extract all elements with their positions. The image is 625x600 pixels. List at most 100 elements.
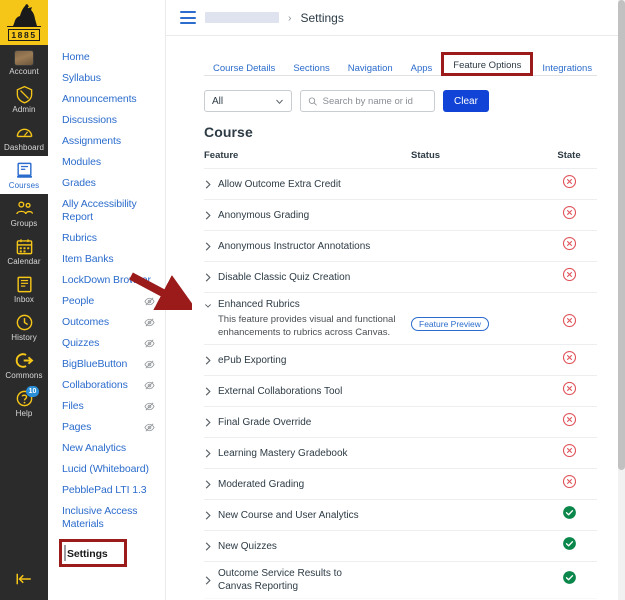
global-nav-item-account[interactable]: Account bbox=[0, 45, 48, 80]
course-nav-label[interactable]: Announcements bbox=[62, 93, 137, 106]
course-nav-item-ally-accessibility-report[interactable]: Ally Accessibility Report bbox=[48, 194, 165, 228]
course-nav-label[interactable]: LockDown Browser bbox=[62, 274, 151, 287]
course-nav-label[interactable]: PebblePad LTI 1.3 bbox=[62, 484, 147, 497]
table-row[interactable]: Final Grade Override bbox=[204, 406, 597, 437]
state-cell[interactable] bbox=[541, 505, 597, 525]
course-nav-item-assignments[interactable]: Assignments bbox=[48, 131, 165, 152]
circle-x-icon[interactable] bbox=[562, 236, 577, 251]
tab-sections[interactable]: Sections bbox=[284, 59, 338, 81]
course-nav-label[interactable]: Lucid (Whiteboard) bbox=[62, 463, 149, 476]
state-cell[interactable] bbox=[541, 570, 597, 590]
course-nav-item-collaborations[interactable]: Collaborations bbox=[48, 375, 165, 396]
global-nav-item-commons[interactable]: Commons bbox=[0, 346, 48, 384]
table-row[interactable]: Allow Outcome Extra Credit bbox=[204, 168, 597, 199]
tab-integrations[interactable]: Integrations bbox=[533, 59, 601, 81]
course-nav-item-settings[interactable]: Settings bbox=[67, 548, 108, 560]
state-cell[interactable] bbox=[541, 236, 597, 256]
course-nav-item-lucid-whiteboard[interactable]: Lucid (Whiteboard) bbox=[48, 459, 165, 480]
tab-apps[interactable]: Apps bbox=[402, 59, 442, 81]
collapse-global-nav-button[interactable] bbox=[0, 572, 48, 600]
chevron-right-icon[interactable] bbox=[204, 386, 212, 397]
global-nav-item-calendar[interactable]: Calendar bbox=[0, 232, 48, 270]
feature-filter-select[interactable]: All bbox=[204, 90, 292, 112]
course-nav-label[interactable]: Home bbox=[62, 51, 90, 64]
chevron-right-icon[interactable] bbox=[204, 241, 212, 252]
course-nav-item-bigbluebutton[interactable]: BigBlueButton bbox=[48, 354, 165, 375]
global-nav-item-groups[interactable]: Groups bbox=[0, 194, 48, 232]
course-nav-label[interactable]: Item Banks bbox=[62, 253, 114, 266]
circle-x-icon[interactable] bbox=[562, 381, 577, 396]
course-nav-item-item-banks[interactable]: Item Banks bbox=[48, 249, 165, 270]
circle-check-icon[interactable] bbox=[562, 570, 577, 585]
institution-logo[interactable]: 1885 bbox=[0, 0, 48, 45]
global-nav-item-courses[interactable]: Courses bbox=[0, 156, 48, 194]
course-nav-item-lockdown-browser[interactable]: LockDown Browser bbox=[48, 270, 165, 291]
course-nav-item-home[interactable]: Home bbox=[48, 47, 165, 68]
course-nav-item-files[interactable]: Files bbox=[48, 396, 165, 417]
course-nav-item-new-analytics[interactable]: New Analytics bbox=[48, 438, 165, 459]
course-nav-label[interactable]: Discussions bbox=[62, 114, 117, 127]
chevron-right-icon[interactable] bbox=[204, 210, 212, 221]
course-nav-item-pebblepad-lti[interactable]: PebblePad LTI 1.3 bbox=[48, 480, 165, 501]
chevron-right-icon[interactable] bbox=[204, 479, 212, 490]
course-nav-label[interactable]: Collaborations bbox=[62, 379, 128, 392]
state-cell[interactable] bbox=[541, 412, 597, 432]
course-nav-label[interactable]: Syllabus bbox=[62, 72, 101, 85]
chevron-right-icon[interactable] bbox=[204, 179, 212, 190]
page-scrollbar-track[interactable] bbox=[618, 0, 625, 600]
course-nav-item-pages[interactable]: Pages bbox=[48, 417, 165, 438]
table-row[interactable]: Moderated Grading bbox=[204, 468, 597, 499]
course-nav-label[interactable]: BigBlueButton bbox=[62, 358, 127, 371]
table-row[interactable]: Learning Mastery Gradebook bbox=[204, 437, 597, 468]
breadcrumb-course-name-redacted[interactable] bbox=[205, 12, 279, 23]
circle-x-icon[interactable] bbox=[562, 267, 577, 282]
state-cell[interactable] bbox=[541, 443, 597, 463]
state-cell-enhanced-rubrics[interactable] bbox=[541, 298, 597, 333]
global-nav-item-help[interactable]: 10 Help bbox=[0, 384, 48, 422]
course-nav-label[interactable]: New Analytics bbox=[62, 442, 126, 455]
tab-feature-options[interactable]: Feature Options bbox=[444, 56, 530, 78]
course-nav-label[interactable]: Outcomes bbox=[62, 316, 109, 329]
table-row[interactable]: Outcome Service Results to Canvas Report… bbox=[204, 561, 597, 598]
chevron-down-icon[interactable] bbox=[204, 301, 212, 310]
global-nav-item-dashboard[interactable]: Dashboard bbox=[0, 118, 48, 156]
feature-search-box[interactable] bbox=[300, 90, 435, 112]
course-nav-item-grades[interactable]: Grades bbox=[48, 173, 165, 194]
circle-x-icon[interactable] bbox=[562, 350, 577, 365]
state-cell[interactable] bbox=[541, 350, 597, 370]
course-nav-item-rubrics[interactable]: Rubrics bbox=[48, 228, 165, 249]
circle-x-icon[interactable] bbox=[562, 412, 577, 427]
course-nav-item-outcomes[interactable]: Outcomes bbox=[48, 312, 165, 333]
state-cell[interactable] bbox=[541, 536, 597, 556]
course-nav-label[interactable]: Grades bbox=[62, 177, 96, 190]
table-row[interactable]: New Course and User Analytics bbox=[204, 499, 597, 530]
course-nav-item-discussions[interactable]: Discussions bbox=[48, 110, 165, 131]
search-input[interactable] bbox=[322, 95, 427, 107]
hamburger-menu-icon[interactable] bbox=[180, 11, 196, 24]
table-row[interactable]: Disable Classic Quiz Creation bbox=[204, 261, 597, 292]
state-cell[interactable] bbox=[541, 267, 597, 287]
tab-navigation[interactable]: Navigation bbox=[339, 59, 402, 81]
table-row[interactable]: Anonymous Grading bbox=[204, 199, 597, 230]
course-nav-item-announcements[interactable]: Announcements bbox=[48, 89, 165, 110]
course-nav-label[interactable]: Assignments bbox=[62, 135, 121, 148]
course-nav-label[interactable]: Files bbox=[62, 400, 84, 413]
chevron-right-icon[interactable] bbox=[204, 510, 212, 521]
global-nav-item-history[interactable]: History bbox=[0, 308, 48, 346]
state-cell[interactable] bbox=[541, 474, 597, 494]
global-nav-item-admin[interactable]: Admin bbox=[0, 80, 48, 118]
course-nav-item-modules[interactable]: Modules bbox=[48, 152, 165, 173]
course-nav-label[interactable]: Quizzes bbox=[62, 337, 99, 350]
clear-button[interactable]: Clear bbox=[443, 90, 489, 112]
state-cell[interactable] bbox=[541, 205, 597, 225]
table-row[interactable]: New Quizzes bbox=[204, 530, 597, 561]
state-cell[interactable] bbox=[541, 174, 597, 194]
course-nav-label[interactable]: Rubrics bbox=[62, 232, 97, 245]
circle-x-icon[interactable] bbox=[562, 205, 577, 220]
course-nav-item-quizzes[interactable]: Quizzes bbox=[48, 333, 165, 354]
chevron-right-icon[interactable] bbox=[204, 541, 212, 552]
table-row[interactable]: Anonymous Instructor Annotations bbox=[204, 230, 597, 261]
global-nav-item-inbox[interactable]: Inbox bbox=[0, 270, 48, 308]
chevron-right-icon[interactable] bbox=[204, 448, 212, 459]
chevron-right-icon[interactable] bbox=[204, 272, 212, 283]
